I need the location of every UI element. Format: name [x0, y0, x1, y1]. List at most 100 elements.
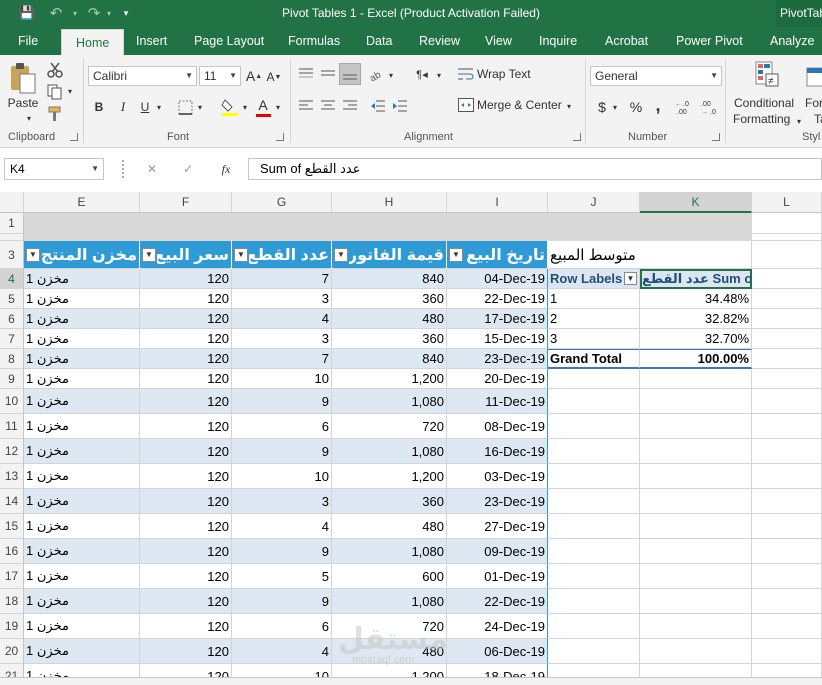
borders-icon[interactable] [176, 98, 194, 116]
cell-qty[interactable]: 3 [232, 289, 332, 309]
cell-l[interactable] [752, 589, 822, 614]
row-header[interactable]: 7 [0, 329, 24, 349]
formula-input[interactable]: Sum of عدد القطع [248, 158, 822, 180]
row-header[interactable]: 18 [0, 589, 24, 614]
cell-store[interactable]: مخزن 1 [24, 639, 140, 664]
row-header[interactable]: 19 [0, 614, 24, 639]
spreadsheet-grid[interactable]: E F G H I J K L 1 3 ▼ مخزن المنتج ▼ سعر البيع ▼ عدد الق… [0, 192, 822, 685]
table-header-h[interactable]: ▼قيمة الفاتوره [332, 241, 447, 269]
name-box[interactable]: K4 ▼ [4, 158, 104, 180]
cell-date[interactable]: 20-Dec-19 [447, 369, 548, 389]
cell-date[interactable]: 08-Dec-19 [447, 414, 548, 439]
shrink-font-button[interactable]: A ▼ [266, 68, 282, 86]
pivot-item-value[interactable]: 32.70% [640, 329, 752, 349]
cell-j[interactable] [548, 389, 640, 414]
font-color-dropdown-icon[interactable]: ▾ [274, 101, 282, 113]
paste-icon[interactable] [8, 61, 38, 97]
column-header-f[interactable]: F [140, 192, 232, 213]
font-launcher-icon[interactable] [276, 133, 284, 141]
cell-qty[interactable]: 3 [232, 489, 332, 514]
cell-invoice[interactable]: 1,080 [332, 589, 447, 614]
pivot-item-value[interactable]: 34.48% [640, 289, 752, 309]
conditional-formatting-icon[interactable]: ≠ [754, 61, 780, 91]
cell-price[interactable]: 120 [140, 369, 232, 389]
row-header[interactable]: 15 [0, 514, 24, 539]
row-header[interactable]: 13 [0, 464, 24, 489]
alignment-launcher-icon[interactable] [573, 133, 581, 141]
column-header-h[interactable]: H [332, 192, 447, 213]
cell-date[interactable]: 27-Dec-19 [447, 514, 548, 539]
cell-l[interactable] [752, 514, 822, 539]
cell-invoice[interactable]: 480 [332, 514, 447, 539]
cell-date[interactable]: 01-Dec-19 [447, 564, 548, 589]
cell-j[interactable] [548, 614, 640, 639]
cell-l[interactable] [752, 464, 822, 489]
cell-store[interactable]: مخزن 1 [24, 614, 140, 639]
cell-k[interactable] [640, 369, 752, 389]
cell-store[interactable]: مخزن 1 [24, 329, 140, 349]
cell-k[interactable] [640, 614, 752, 639]
cell-qty[interactable]: 4 [232, 309, 332, 329]
pivot-sum-header[interactable]: Sum of عدد القطع [640, 269, 752, 289]
cell-l[interactable] [752, 309, 822, 329]
comma-button[interactable]: , [651, 95, 665, 115]
column-header-l[interactable]: L [752, 192, 822, 213]
enter-icon[interactable]: ✓ [176, 158, 200, 180]
currency-button[interactable]: $ [594, 97, 610, 117]
font-color-icon[interactable]: A [254, 96, 272, 118]
cell-j[interactable] [548, 639, 640, 664]
cell-qty[interactable]: 9 [232, 439, 332, 464]
cell-l[interactable] [752, 329, 822, 349]
cell-price[interactable]: 120 [140, 489, 232, 514]
row-header[interactable]: 6 [0, 309, 24, 329]
row-header[interactable]: 20 [0, 639, 24, 664]
cell-qty[interactable]: 9 [232, 389, 332, 414]
filter-dropdown-icon[interactable]: ▼ [26, 247, 40, 262]
copy-icon[interactable] [46, 83, 64, 101]
cell-invoice[interactable]: 480 [332, 309, 447, 329]
paste-button[interactable]: Paste [6, 95, 40, 111]
row-header[interactable]: 8 [0, 349, 24, 369]
j3-label[interactable]: متوسط المبيع [548, 241, 640, 269]
cell-date[interactable]: 03-Dec-19 [447, 464, 548, 489]
tab-insert[interactable]: Insert [136, 27, 167, 55]
cell-store[interactable]: مخزن 1 [24, 439, 140, 464]
row-header[interactable]: 1 [0, 213, 24, 234]
merge-center-icon[interactable] [457, 96, 475, 114]
currency-dropdown-icon[interactable]: ▾ [611, 101, 619, 113]
grow-font-button[interactable]: A ▲ [246, 67, 262, 85]
row-header[interactable]: 5 [0, 289, 24, 309]
cell-invoice[interactable]: 1,200 [332, 369, 447, 389]
tab-inquire[interactable]: Inquire [539, 27, 577, 55]
cell-store[interactable]: مخزن 1 [24, 269, 140, 289]
column-header-g[interactable]: G [232, 192, 332, 213]
cell-price[interactable]: 120 [140, 389, 232, 414]
cell-j[interactable] [548, 514, 640, 539]
cell-price[interactable]: 120 [140, 464, 232, 489]
italic-button[interactable]: I [114, 97, 132, 117]
fill-color-dropdown-icon[interactable]: ▾ [241, 101, 249, 113]
cell-k3[interactable] [640, 241, 752, 269]
tab-formulas[interactable]: Formulas [288, 27, 340, 55]
cell-date[interactable]: 16-Dec-19 [447, 439, 548, 464]
align-middle-icon[interactable] [319, 65, 337, 83]
pivot-item-value[interactable]: 32.82% [640, 309, 752, 329]
pivot-grand-total-value[interactable]: 100.00% [640, 349, 752, 369]
align-center-icon[interactable] [319, 97, 337, 115]
number-format-combo[interactable]: General ▼ [590, 66, 722, 86]
row-header[interactable]: 17 [0, 564, 24, 589]
cancel-icon[interactable]: ✕ [140, 158, 164, 180]
cell-price[interactable]: 120 [140, 269, 232, 289]
format-as-table-icon[interactable] [806, 66, 822, 88]
tab-review[interactable]: Review [419, 27, 460, 55]
filter-dropdown-icon[interactable]: ▼ [234, 247, 248, 262]
pivot-item-label[interactable]: 2 [548, 309, 640, 329]
font-name-combo[interactable]: Calibri ▼ [88, 66, 197, 86]
cell-store[interactable]: مخزن 1 [24, 289, 140, 309]
cell-price[interactable]: 120 [140, 414, 232, 439]
cell-l[interactable] [752, 539, 822, 564]
row-header[interactable] [0, 234, 24, 241]
cut-icon[interactable] [46, 61, 64, 79]
cell-l[interactable] [752, 614, 822, 639]
row-header[interactable]: 9 [0, 369, 24, 389]
